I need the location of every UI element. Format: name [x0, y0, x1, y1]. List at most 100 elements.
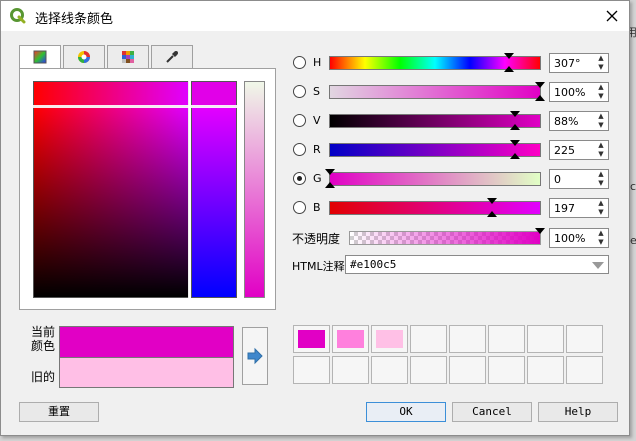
channel-row-s: S 100% ▲ ▼ [291, 82, 611, 102]
swatch-slot[interactable] [527, 325, 564, 353]
channel-spinbox-r[interactable]: 225 ▲ ▼ [549, 140, 609, 160]
swatch-slot[interactable] [566, 356, 603, 384]
slider-thumb[interactable] [535, 82, 545, 88]
channel-row-r: R 225 ▲ ▼ [291, 140, 611, 160]
channel-radio-r[interactable] [293, 143, 306, 156]
channel-value: 225 [554, 144, 575, 157]
swatch-color [298, 330, 325, 348]
slider-thumb[interactable] [510, 111, 520, 117]
channel-label: S [313, 85, 320, 98]
spin-up-icon[interactable]: ▲ [594, 229, 608, 238]
swatch-slot[interactable] [488, 325, 525, 353]
dialog-title: 选择线条颜色 [35, 12, 114, 27]
tab-color-box[interactable] [19, 45, 61, 70]
spin-down-icon[interactable]: ▼ [594, 179, 608, 188]
spin-up-icon[interactable]: ▲ [594, 54, 608, 63]
channel-label: R [313, 143, 321, 156]
title-bar: 选择线条颜色 [1, 1, 629, 31]
color-box-right-area[interactable] [191, 106, 237, 298]
swatch-color [376, 330, 403, 348]
opacity-slider[interactable] [349, 228, 545, 245]
swatch-slot[interactable] [410, 325, 447, 353]
palette-grid-icon [122, 51, 134, 63]
channel-spinbox-s[interactable]: 100% ▲ ▼ [549, 82, 609, 102]
swatch-slot[interactable] [527, 356, 564, 384]
tab-color-wheel[interactable] [63, 45, 105, 68]
swatch-slot[interactable] [449, 356, 486, 384]
channel-spinbox-h[interactable]: 307° ▲ ▼ [549, 53, 609, 73]
channel-radio-v[interactable] [293, 114, 306, 127]
hue-strip-preview [33, 81, 189, 107]
tab-color-swatches[interactable] [107, 45, 149, 68]
swatch-slot[interactable] [332, 356, 369, 384]
channel-row-b: B 197 ▲ ▼ [291, 198, 611, 218]
swatch-slot[interactable] [449, 325, 486, 353]
swatch-slot[interactable] [371, 325, 408, 353]
spin-down-icon[interactable]: ▼ [594, 208, 608, 217]
slider-thumb-bottom [510, 153, 520, 159]
spin-up-icon[interactable]: ▲ [594, 83, 608, 92]
slider-thumb[interactable] [487, 198, 497, 204]
arrow-right-icon [247, 347, 263, 365]
spin-up-icon[interactable]: ▲ [594, 170, 608, 179]
swatch-slot[interactable] [488, 356, 525, 384]
spin-down-icon[interactable]: ▼ [594, 92, 608, 101]
channel-row-g: G 0 ▲ ▼ [291, 169, 611, 189]
old-color-swatch[interactable] [59, 358, 234, 388]
close-icon [606, 10, 618, 22]
current-color-swatch [59, 326, 234, 358]
background-text: ca [630, 180, 636, 193]
opacity-value: 100% [554, 232, 586, 245]
channel-spinbox-b[interactable]: 197 ▲ ▼ [549, 198, 609, 218]
swatch-slot[interactable] [332, 325, 369, 353]
spin-up-icon[interactable]: ▲ [594, 199, 608, 208]
channel-radio-s[interactable] [293, 85, 306, 98]
html-row: HTML注释 #e100c5 [291, 255, 611, 275]
channel-slider-s[interactable] [329, 82, 545, 101]
spin-down-icon[interactable]: ▼ [594, 121, 608, 130]
channel-slider-g[interactable] [325, 169, 541, 188]
spin-down-icon[interactable]: ▼ [594, 63, 608, 72]
channel-spinbox-g[interactable]: 0 ▲ ▼ [549, 169, 609, 189]
spin-down-icon[interactable]: ▼ [594, 238, 608, 247]
add-to-swatches-button[interactable] [242, 327, 268, 385]
channel-value: 100% [554, 86, 586, 99]
chevron-down-icon[interactable] [592, 262, 604, 269]
slider-thumb[interactable] [510, 140, 520, 146]
spin-up-icon[interactable]: ▲ [594, 141, 608, 150]
channel-slider-h[interactable] [329, 53, 541, 72]
channel-slider-b[interactable] [329, 198, 541, 217]
channel-value: 307° [554, 57, 581, 70]
eyedropper-icon [166, 51, 178, 63]
swatch-slot[interactable] [293, 325, 330, 353]
channel-label: V [313, 114, 321, 127]
reset-button[interactable]: 重置 [19, 402, 99, 422]
opacity-slider-thumb[interactable] [535, 228, 545, 234]
channel-radio-h[interactable] [293, 56, 306, 69]
swatch-color [337, 330, 364, 348]
channel-radio-g[interactable] [293, 172, 306, 185]
saturation-value-box[interactable] [33, 106, 189, 298]
channel-spinbox-v[interactable]: 88% ▲ ▼ [549, 111, 609, 131]
close-button[interactable] [601, 5, 623, 27]
tab-eyedropper[interactable] [151, 45, 193, 68]
slider-thumb[interactable] [504, 53, 514, 59]
swatch-slot[interactable] [566, 325, 603, 353]
channel-slider-r[interactable] [329, 140, 541, 159]
channel-radio-b[interactable] [293, 201, 306, 214]
channel-slider-v[interactable] [329, 111, 541, 130]
swatch-slot[interactable] [410, 356, 447, 384]
html-color-field[interactable]: #e100c5 [345, 255, 609, 274]
green-ramp-slider[interactable] [244, 81, 265, 298]
swatch-slot[interactable] [371, 356, 408, 384]
color-box-pane [19, 68, 276, 310]
ok-button[interactable]: OK [366, 402, 446, 422]
opacity-spinbox[interactable]: 100% ▲ ▼ [549, 228, 609, 248]
help-button[interactable]: Help [538, 402, 618, 422]
slider-thumb[interactable] [325, 169, 335, 175]
swatch-slot[interactable] [293, 356, 330, 384]
spin-up-icon[interactable]: ▲ [594, 112, 608, 121]
cancel-button[interactable]: Cancel [452, 402, 532, 422]
slider-thumb-bottom [535, 95, 545, 101]
spin-down-icon[interactable]: ▼ [594, 150, 608, 159]
